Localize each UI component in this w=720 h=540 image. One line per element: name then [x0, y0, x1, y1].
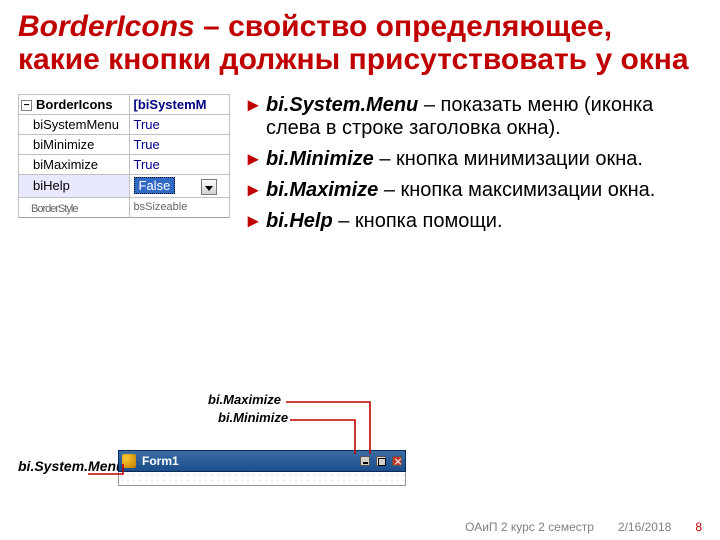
slide-footer: ОАиП 2 курс 2 семестр 2/16/2018 8 [0, 514, 720, 540]
bullet-caret-icon: ▸ [248, 94, 266, 140]
inspector-row[interactable]: biMaximize True [19, 155, 230, 175]
slide-title: BorderIcons – свойство определяющее, как… [18, 10, 702, 76]
maximize-button[interactable] [376, 456, 386, 466]
form-titlebar: Form1 [118, 450, 406, 472]
inspector-value-selected[interactable]: False [134, 177, 176, 194]
label-minimize: bi.Minimize [218, 410, 288, 425]
bullet-item: ▸ bi.Minimize – кнопка минимизации окна. [248, 148, 702, 171]
label-sysmenu: bi.System.Menu [18, 458, 125, 474]
inspector-row-cutoff: BorderStyle bsSizeable [19, 197, 230, 217]
titlebar-diagram: bi.System.Menu bi.Maximize bi.Minimize F… [18, 392, 426, 502]
label-maximize: bi.Maximize [208, 392, 281, 407]
bullet-caret-icon: ▸ [248, 179, 266, 202]
object-inspector: −BorderIcons [biSystemM biSystemMenu Tru… [18, 94, 230, 218]
form-designer-grid [118, 472, 406, 486]
form-title: Form1 [142, 454, 360, 468]
collapse-icon[interactable]: − [21, 100, 32, 111]
bullet-caret-icon: ▸ [248, 148, 266, 171]
bullet-caret-icon: ▸ [248, 210, 266, 233]
bullet-list: ▸ bi.System.Menu – показать меню (иконка… [248, 94, 702, 241]
close-button[interactable] [392, 456, 402, 466]
footer-course: ОАиП 2 курс 2 семестр [465, 520, 594, 534]
inspector-row[interactable]: biMinimize True [19, 135, 230, 155]
minimize-button[interactable] [360, 456, 370, 466]
bullet-item: ▸ bi.Help – кнопка помощи. [248, 210, 702, 233]
bullet-item: ▸ bi.Maximize – кнопка максимизации окна… [248, 179, 702, 202]
inspector-row[interactable]: biSystemMenu True [19, 115, 230, 135]
footer-page-number: 8 [695, 520, 702, 534]
dropdown-icon[interactable] [201, 179, 217, 195]
bullet-item: ▸ bi.System.Menu – показать меню (иконка… [248, 94, 702, 140]
form-icon[interactable] [122, 454, 136, 468]
footer-date: 2/16/2018 [618, 520, 671, 534]
inspector-row-selected[interactable]: biHelp False [19, 175, 230, 198]
title-term: BorderIcons [18, 10, 195, 43]
inspector-root[interactable]: −BorderIcons [19, 95, 130, 115]
inspector-root-value: [biSystemM [129, 95, 229, 115]
